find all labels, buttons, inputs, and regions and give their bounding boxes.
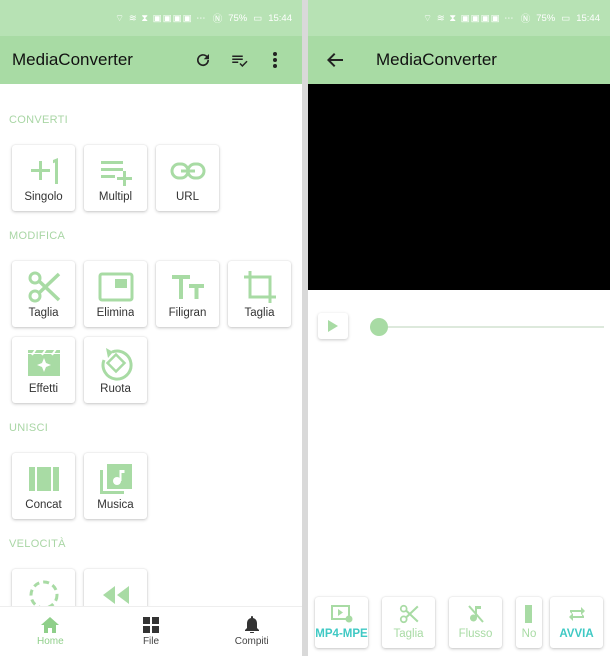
tile-label: Taglia [28,307,59,319]
tile-url[interactable]: URL [156,145,219,211]
app-title: MediaConverter [376,50,497,69]
battery-icon: ▭ [253,12,263,24]
tile-speed-2[interactable] [84,569,147,606]
nav-label: File [142,635,160,647]
tile-label: Effetti [28,383,59,395]
tile-label: Filigran [168,307,207,319]
home-screen: ⌔ ≋ ⧗ ▣▣▣▣ ⋯ Ⓝ 75% ▭ 15:44 MediaConverte… [0,0,302,656]
fast-rewind-icon [99,575,133,606]
tile-label: Ruota [100,383,131,395]
screen: ⌔ ≋ ⧗ ▣▣▣▣ ⋯ Ⓝ 75% ▭ 15:44 MediaConverte… [0,0,610,656]
tile-label: URL [175,191,199,203]
bottom-navigation: Home File Compiti [0,606,302,656]
nav-home[interactable]: Home [0,607,101,656]
section-modifica: MODIFICA [9,230,66,242]
notification-icons: ⌔ ≋ ⧗ ▣▣▣▣ ⋯ [115,12,207,24]
app-bar: MediaConverter [0,36,302,84]
plus-one-icon [27,151,61,191]
tile-taglia-crop[interactable]: Taglia [228,261,291,327]
refresh-icon[interactable] [188,45,218,75]
seek-track[interactable] [370,326,604,328]
link-icon [170,151,206,191]
tile-effetti[interactable]: Effetti [12,337,75,403]
queue-check-icon[interactable] [224,45,254,75]
tile-taglia[interactable]: Taglia [12,261,75,327]
tile-label: Elimina [96,307,135,319]
crop-icon [242,267,278,307]
bell-icon [244,616,259,633]
playback-controls [318,313,604,341]
seek-thumb[interactable] [370,318,388,336]
status-bar: ⌔ ≋ ⧗ ▣▣▣▣ ⋯ Ⓝ 75% ▭ 15:44 [308,0,610,36]
tile-musica[interactable]: Musica [84,453,147,519]
tile-concat[interactable]: Concat [12,453,75,519]
movie-effects-icon [26,343,62,383]
text-size-icon [171,267,205,307]
footer-flusso-button[interactable]: Flusso [449,597,502,648]
tile-label: Taglia [244,307,275,319]
more-vert-icon[interactable] [260,45,290,75]
nfc-icon: Ⓝ [520,14,531,25]
format-mp4-button[interactable]: MP4-MPE [315,597,368,648]
avvia-button[interactable]: AVVIA [550,597,603,648]
tile-singolo[interactable]: Singolo [12,145,75,211]
film-strip-icon [27,459,61,499]
footer-label: No [521,628,537,640]
picture-in-picture-icon [98,267,134,307]
section-converti: CONVERTI [9,114,69,126]
video-settings-icon [330,600,353,628]
play-icon [328,320,338,332]
main-content: CONVERTI Singolo Multipl URL MODIFICA Ta… [0,84,302,606]
tile-filigran[interactable]: Filigran [156,261,219,327]
nav-label: Home [36,635,64,647]
nav-compiti[interactable]: Compiti [201,607,302,656]
scissors-icon [27,267,61,307]
clock: 15:44 [576,12,600,24]
music-library-icon [98,459,134,499]
editor-screen: ⌔ ≋ ⧗ ▣▣▣▣ ⋯ Ⓝ 75% ▭ 15:44 MediaConverte… [308,0,610,656]
grid-icon [143,616,159,633]
audio-off-icon [467,600,485,628]
speed-icon [27,575,61,606]
footer-taglia-button[interactable]: Taglia [382,597,435,648]
tile-multipl[interactable]: Multipl [84,145,147,211]
repeat-icon [567,600,587,628]
notification-icons: ⌔ ≋ ⧗ ▣▣▣▣ ⋯ [423,12,515,24]
footer-label: Flusso [458,628,493,640]
scissors-icon [399,600,419,628]
footer-label: Taglia [393,628,424,640]
rotate-icon [98,343,134,383]
battery-percent: 75% [228,12,248,24]
nav-file[interactable]: File [101,607,202,656]
footer-label: AVVIA [559,628,594,640]
tile-ruota[interactable]: Ruota [84,337,147,403]
nav-label: Compiti [234,636,269,647]
playlist-add-icon [99,151,133,191]
play-button[interactable] [318,313,348,339]
tile-label: Musica [97,499,134,511]
tile-label: Multipl [98,191,133,203]
home-icon [41,616,60,633]
footer-no-button[interactable]: No [516,597,542,648]
bar-icon [525,600,533,628]
section-velocita: VELOCITÀ [9,538,66,550]
back-arrow-icon[interactable] [320,45,350,75]
section-unisci: UNISCI [9,422,49,434]
battery-icon: ▭ [561,12,571,24]
tile-elimina[interactable]: Elimina [84,261,147,327]
nfc-icon: Ⓝ [212,14,223,25]
tile-label: Concat [25,499,62,511]
video-preview[interactable] [308,84,610,290]
clock: 15:44 [268,12,292,24]
app-title: MediaConverter [12,50,133,69]
tile-label: Singolo [24,191,63,203]
tile-speed-1[interactable] [12,569,75,606]
battery-percent: 75% [536,12,556,24]
status-bar: ⌔ ≋ ⧗ ▣▣▣▣ ⋯ Ⓝ 75% ▭ 15:44 [0,0,302,36]
app-bar: MediaConverter [308,36,610,84]
footer-label: MP4-MPE [315,628,368,640]
